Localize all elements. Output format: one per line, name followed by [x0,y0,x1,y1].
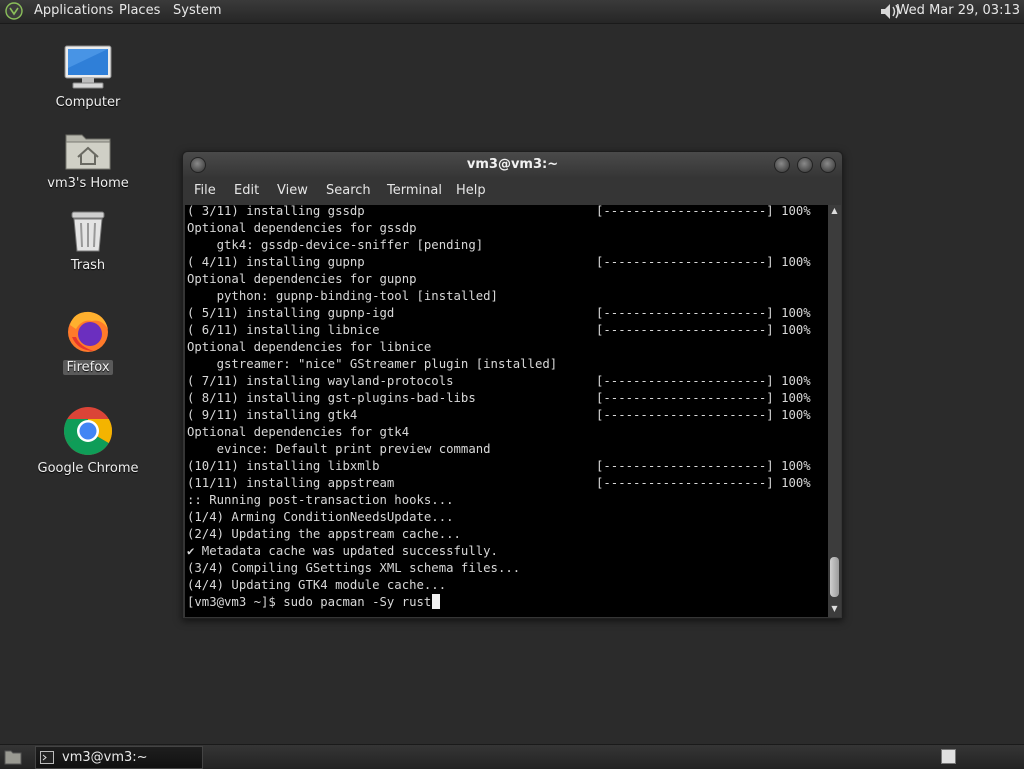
scroll-up-arrow-icon[interactable]: ▲ [830,206,839,215]
menu-search[interactable]: Search [326,183,371,198]
scrollbar-thumb[interactable] [830,557,839,597]
terminal-line: gstreamer: "nice" GStreamer plugin [inst… [187,357,558,371]
window-titlebar[interactable]: vm3@vm3:~ [183,152,842,177]
terminal-line: evince: Default print preview command [187,442,491,456]
desktop-icon-firefox[interactable]: Firefox [33,307,143,375]
progress-bar-text: [----------------------] 100% [596,476,811,490]
terminal-window[interactable]: vm3@vm3:~ File Edit View Search Terminal… [182,151,843,619]
text-cursor [432,594,441,609]
progress-bar-text: [----------------------] 100% [596,255,811,269]
terminal-line: :: Running post-transaction hooks... [187,493,454,507]
desktop-icon-chrome[interactable]: Google Chrome [33,406,143,476]
terminal-line: (10/11) installing libxmlb [187,459,380,473]
scroll-down-arrow-icon[interactable]: ▼ [830,604,839,613]
desktop-icon-home[interactable]: vm3's Home [33,129,143,191]
taskbar-item-terminal[interactable]: vm3@vm3:~ [35,746,203,769]
menu-edit[interactable]: Edit [234,183,259,198]
menu-file[interactable]: File [194,183,216,198]
desktop-icon-label: vm3's Home [47,176,129,191]
desktop-icon-label: Firefox [63,360,113,375]
system-menu[interactable]: System [173,3,221,18]
terminal-output[interactable]: ( 3/11) installing gssdp [---------------… [185,205,828,617]
desktop-icon-trash[interactable]: Trash [33,209,143,273]
progress-bar-text: [----------------------] 100% [596,306,811,320]
desktop-icon-label: Trash [70,258,106,273]
terminal-line: Optional dependencies for libnice [187,340,432,354]
clock[interactable]: Wed Mar 29, 03:13 [897,3,1020,18]
terminal-line: gtk4: gssdp-device-sniffer [pending] [187,238,484,252]
progress-bar-text: [----------------------] 100% [596,391,811,405]
desktop-icon-computer[interactable]: Computer [33,44,143,110]
close-button[interactable] [820,157,836,173]
taskbar-item-label: vm3@vm3:~ [62,750,148,765]
distro-logo-icon[interactable] [5,2,23,20]
terminal-line: (4/4) Updating GTK4 module cache... [187,578,447,592]
terminal-icon [40,751,54,764]
prompt-line[interactable]: [vm3@vm3 ~]$ sudo pacman -Sy rust [187,594,441,611]
terminal-line: ( 9/11) installing gtk4 [187,408,358,422]
terminal-line: ( 3/11) installing gssdp [187,205,365,218]
terminal-line: Optional dependencies for gssdp [187,221,417,235]
progress-bar-text: [----------------------] 100% [596,323,811,337]
window-title: vm3@vm3:~ [466,157,559,172]
terminal-line: ( 8/11) installing gst-plugins-bad-libs [187,391,476,405]
firefox-icon [68,311,108,352]
terminal-line: ( 7/11) installing wayland-protocols [187,374,454,388]
progress-bar-text: [----------------------] 100% [596,408,811,422]
terminal-menubar: File Edit View Search Terminal Help [183,177,842,204]
progress-bar-text: [----------------------] 100% [596,374,811,388]
progress-bar-text: [----------------------] 100% [596,205,811,218]
bottom-panel: vm3@vm3:~ [0,744,1024,769]
command-input[interactable]: sudo pacman -Sy rust [276,595,431,609]
terminal-line: (2/4) Updating the appstream cache... [187,527,461,541]
terminal-line: Optional dependencies for gupnp [187,272,417,286]
applications-menu[interactable]: Applications [34,3,113,18]
terminal-line: ( 6/11) installing libnice [187,323,380,337]
desktop-icon-label: Google Chrome [37,461,139,476]
top-panel: Applications Places System Wed Mar 29, 0… [0,0,1024,24]
menu-terminal[interactable]: Terminal [387,183,442,198]
computer-icon [64,45,112,89]
workspace-switcher[interactable] [941,749,956,764]
menu-view[interactable]: View [277,183,308,198]
terminal-line: ✔ Metadata cache was updated successfull… [187,544,498,558]
minimize-button[interactable] [774,157,790,173]
terminal-line: ( 5/11) installing gupnp-igd [187,306,395,320]
maximize-button[interactable] [797,157,813,173]
terminal-scrollbar[interactable]: ▲ ▼ [828,205,841,617]
menu-help[interactable]: Help [456,183,486,198]
terminal-line: ( 4/11) installing gupnp [187,255,365,269]
desktop-icon-label: Computer [55,95,121,110]
chrome-icon [63,407,113,456]
terminal-line: (1/4) Arming ConditionNeedsUpdate... [187,510,454,524]
trash-icon [71,211,105,252]
home-folder-icon [65,134,111,170]
window-menu-button[interactable] [190,157,206,173]
terminal-line: python: gupnp-binding-tool [installed] [187,289,498,303]
terminal-line: (11/11) installing appstream [187,476,395,490]
show-desktop-icon[interactable] [4,749,22,765]
places-menu[interactable]: Places [119,3,160,18]
progress-bar-text: [----------------------] 100% [596,459,811,473]
shell-prompt: [vm3@vm3 ~]$ [187,595,276,609]
terminal-line: (3/4) Compiling GSettings XML schema fil… [187,561,521,575]
terminal-line: Optional dependencies for gtk4 [187,425,410,439]
